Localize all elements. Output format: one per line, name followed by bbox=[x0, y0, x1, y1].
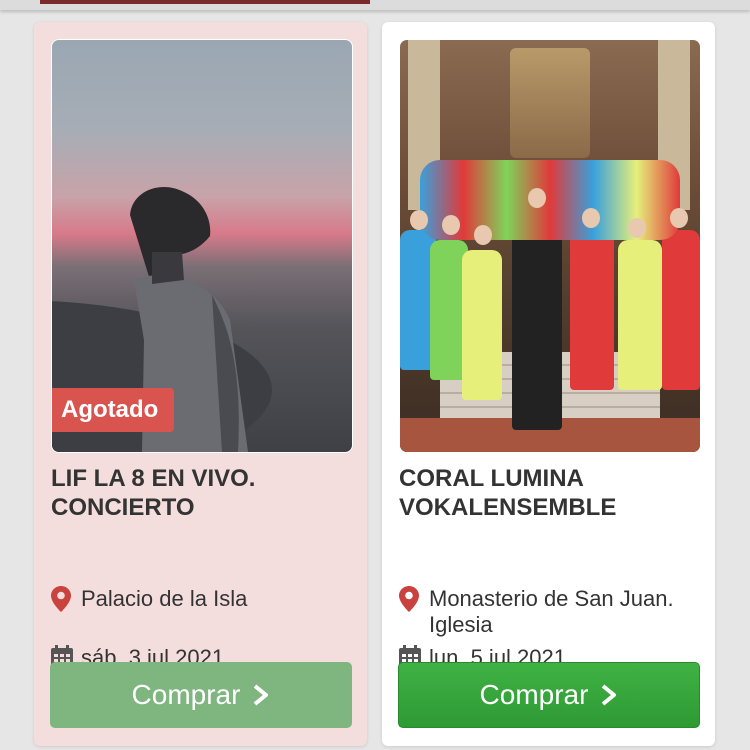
event-title[interactable]: CORAL LUMINA VOKALENSEMBLE bbox=[399, 464, 699, 522]
map-pin-icon bbox=[51, 586, 81, 618]
church-altar bbox=[510, 48, 590, 158]
buy-button[interactable]: Comprar bbox=[398, 662, 700, 728]
event-image[interactable]: Agotado bbox=[51, 39, 353, 453]
event-venue-row: Palacio de la Isla bbox=[51, 586, 351, 618]
status-badge: Agotado bbox=[52, 388, 175, 432]
event-image[interactable] bbox=[399, 39, 701, 453]
event-title[interactable]: LIF LA 8 EN VIVO. CONCIERTO bbox=[51, 464, 351, 522]
event-card-available[interactable]: CORAL LUMINA VOKALENSEMBLE Monasterio de… bbox=[382, 22, 715, 746]
top-bar bbox=[0, 0, 750, 10]
buy-button-label: Comprar bbox=[479, 679, 589, 710]
buy-button-label: Comprar bbox=[131, 679, 241, 710]
event-venue: Palacio de la Isla bbox=[81, 586, 248, 611]
event-card-sold-out[interactable]: Agotado LIF LA 8 EN VIVO. CONCIERTO Pala… bbox=[34, 22, 367, 746]
choir-photo bbox=[400, 40, 700, 452]
event-venue: Monasterio de San Juan. Iglesia bbox=[429, 586, 674, 637]
event-venue-row: Monasterio de San Juan. Iglesia bbox=[399, 586, 699, 638]
chevron-right-icon bbox=[602, 684, 617, 706]
map-pin-icon bbox=[399, 586, 429, 638]
chevron-right-icon bbox=[254, 684, 269, 706]
top-bar-accent bbox=[40, 0, 370, 4]
buy-button[interactable]: Comprar bbox=[50, 662, 352, 728]
